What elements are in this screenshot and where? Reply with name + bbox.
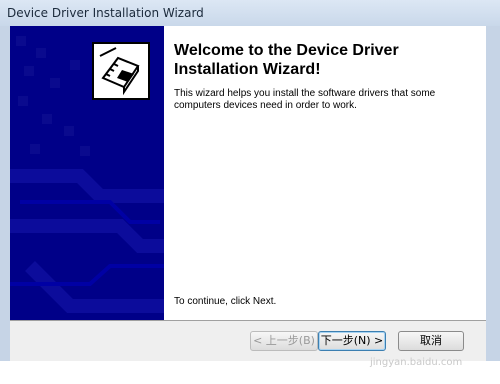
wizard-description: This wizard helps you install the softwa… (174, 88, 474, 112)
title-bar[interactable]: Device Driver Installation Wizard (0, 0, 500, 27)
window-frame-left (0, 26, 10, 361)
wizard-button-bar: < 上一步(B) 下一步(N) > 取消 (10, 321, 486, 361)
wizard-content: Welcome to the Device Driver Installatio… (10, 26, 486, 321)
welcome-heading-line1: Welcome to the Device Driver (174, 42, 399, 59)
wizard-side-panel (10, 26, 164, 320)
window-frame-right (486, 26, 500, 361)
description-line1: This wizard helps you install the softwa… (174, 88, 436, 99)
description-line2: computers devices need in order to work. (174, 100, 357, 111)
window-title: Device Driver Installation Wizard (7, 6, 204, 20)
back-button[interactable]: < 上一步(B) (250, 331, 318, 351)
continue-instruction: To continue, click Next. (174, 296, 277, 307)
cancel-button[interactable]: 取消 (398, 331, 464, 351)
watermark: jingyan.baidu.com (370, 357, 463, 368)
next-button[interactable]: 下一步(N) > (318, 331, 386, 351)
welcome-heading: Welcome to the Device Driver Installatio… (174, 41, 474, 79)
hardware-icon (92, 42, 150, 100)
welcome-heading-line2: Installation Wizard! (174, 61, 321, 78)
